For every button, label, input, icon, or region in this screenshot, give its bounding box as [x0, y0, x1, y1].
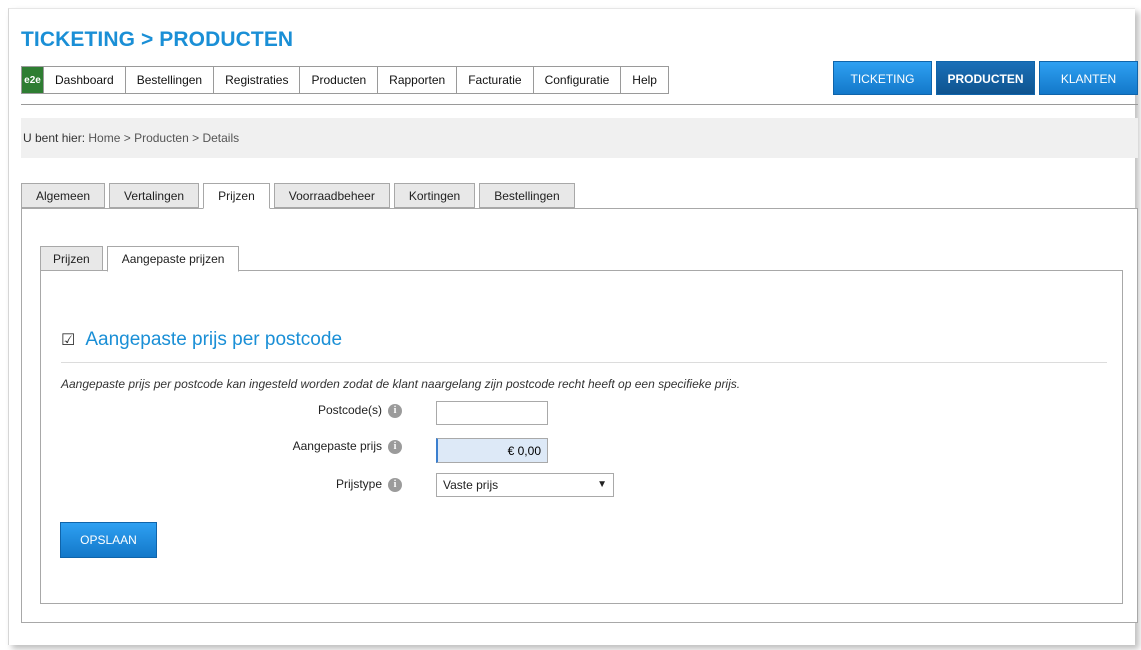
section-description: Aangepaste prijs per postcode kan ingest…	[61, 377, 741, 391]
chevron-down-icon: ▼	[597, 479, 607, 490]
tab-vertalingen[interactable]: Vertalingen	[109, 183, 200, 208]
breadcrumb-path[interactable]: Home > Producten > Details	[88, 131, 239, 145]
tab-prijzen[interactable]: Prijzen	[203, 183, 270, 209]
tab-algemeen[interactable]: Algemeen	[21, 183, 106, 208]
tab-voorraadbeheer[interactable]: Voorraadbeheer	[273, 183, 390, 208]
save-button[interactable]: OPSLAAN	[60, 522, 157, 558]
pricetype-selected-value: Vaste prijs	[443, 478, 499, 492]
postcode-label-row: Postcode(s) i	[202, 403, 402, 418]
section-title: Aangepaste prijs per postcode	[85, 329, 343, 350]
menu-item-configuratie[interactable]: Configuratie	[534, 67, 622, 93]
info-icon[interactable]: i	[388, 403, 402, 418]
menu-item-registraties[interactable]: Registraties	[214, 67, 301, 93]
section-divider	[61, 362, 1107, 363]
section-header: ☑ Aangepaste prijs per postcode	[61, 329, 342, 351]
breadcrumb: U bent hier: Home > Producten > Details	[21, 118, 1138, 158]
price-label-row: Aangepaste prijs i	[202, 439, 402, 454]
menu-item-bestellingen[interactable]: Bestellingen	[126, 67, 215, 93]
sub-tabs: Prijzen Aangepaste prijzen	[40, 246, 243, 272]
menu-item-help[interactable]: Help	[621, 67, 668, 93]
price-input[interactable]	[436, 438, 548, 463]
pricetype-label-row: Prijstype i	[202, 477, 402, 492]
pricetype-select[interactable]: Vaste prijs ▼	[436, 473, 614, 497]
menu-item-dashboard[interactable]: Dashboard	[44, 67, 126, 93]
klanten-button[interactable]: KLANTEN	[1039, 61, 1138, 95]
postcode-input[interactable]	[436, 401, 548, 425]
sub-tab-panel	[40, 270, 1123, 604]
menu-item-producten[interactable]: Producten	[300, 67, 379, 93]
menu-item-rapporten[interactable]: Rapporten	[378, 67, 458, 93]
main-menu: e2e Dashboard Bestellingen Registraties …	[21, 66, 669, 94]
menu-item-facturatie[interactable]: Facturatie	[457, 67, 534, 93]
postcode-label: Postcode(s)	[317, 403, 382, 417]
info-icon[interactable]: i	[388, 439, 402, 454]
header-divider	[21, 104, 1138, 105]
tab-bestellingen[interactable]: Bestellingen	[479, 183, 575, 208]
main-tabs: Algemeen Vertalingen Prijzen Voorraadbeh…	[21, 183, 579, 209]
breadcrumb-label: U bent hier:	[23, 131, 86, 145]
checkbox-checked-icon[interactable]: ☑	[61, 330, 75, 350]
price-label: Aangepaste prijs	[292, 439, 382, 453]
page-title: TICKETING > PRODUCTEN	[21, 28, 294, 51]
subtab-prijzen[interactable]: Prijzen	[40, 246, 103, 271]
tab-kortingen[interactable]: Kortingen	[393, 183, 476, 208]
app-logo-icon[interactable]: e2e	[22, 67, 44, 93]
producten-button[interactable]: PRODUCTEN	[936, 61, 1035, 95]
pricetype-label: Prijstype	[335, 477, 382, 491]
subtab-aangepaste-prijzen[interactable]: Aangepaste prijzen	[106, 246, 240, 272]
ticketing-button[interactable]: TICKETING	[833, 61, 932, 95]
info-icon[interactable]: i	[388, 477, 402, 492]
